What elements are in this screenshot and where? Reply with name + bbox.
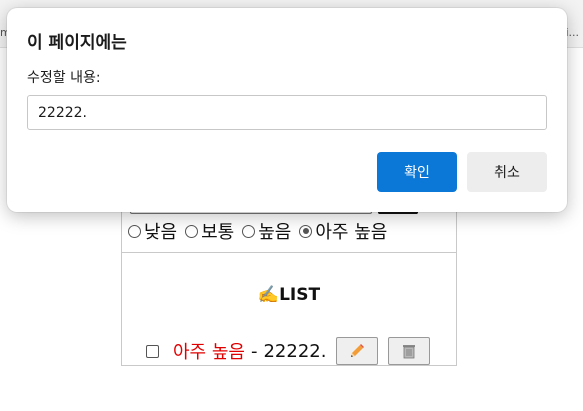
trash-icon	[403, 345, 416, 359]
todo-panel: 낮음 보통 높음 아주 높음 ✍️LIST 아주 높음 - 22222.	[121, 190, 457, 366]
edit-button[interactable]	[336, 337, 379, 365]
dialog-title: 이 페이지에는	[27, 33, 127, 53]
priority-label-high: 높음	[258, 222, 292, 243]
priority-label-normal: 보통	[201, 222, 235, 243]
radio-very-high[interactable]	[299, 224, 313, 238]
list-title-text: LIST	[279, 285, 321, 305]
edit-content-input[interactable]	[27, 95, 547, 130]
priority-option-very-high[interactable]: 아주 높음	[299, 218, 387, 244]
priority-option-low[interactable]: 낮음	[128, 218, 177, 244]
radio-normal[interactable]	[185, 224, 199, 238]
priority-option-high[interactable]: 높음	[242, 218, 291, 244]
todo-priority: 아주 높음	[173, 342, 245, 363]
radio-high[interactable]	[242, 224, 256, 238]
delete-button[interactable]	[388, 337, 431, 365]
list-heading: ✍️LIST	[122, 285, 456, 305]
ok-button[interactable]: 확인	[377, 152, 457, 192]
radio-low[interactable]	[128, 224, 141, 238]
prompt-dialog: 이 페이지에는 수정할 내용: 확인 취소	[7, 8, 567, 212]
priority-radio-group: 낮음 보통 높음 아주 높음	[128, 216, 387, 246]
priority-label-low: 낮음	[144, 222, 178, 243]
pencil-icon	[351, 344, 365, 357]
writing-hand-icon: ✍️	[257, 285, 280, 305]
todo-separator: -	[250, 340, 258, 362]
page: m ji... 낮음 보통 높음 아주 높음 ✍️LIST 아주 높음 - 22…	[0, 0, 583, 411]
todo-text: 22222.	[263, 340, 327, 362]
dialog-label: 수정할 내용:	[27, 70, 101, 86]
todo-checkbox[interactable]	[146, 344, 159, 358]
todo-item: 아주 높음 - 22222.	[146, 336, 431, 366]
cancel-button[interactable]: 취소	[467, 152, 547, 192]
panel-divider	[122, 252, 456, 253]
priority-label-very-high: 아주 높음	[315, 222, 388, 243]
priority-option-normal[interactable]: 보통	[185, 218, 234, 244]
